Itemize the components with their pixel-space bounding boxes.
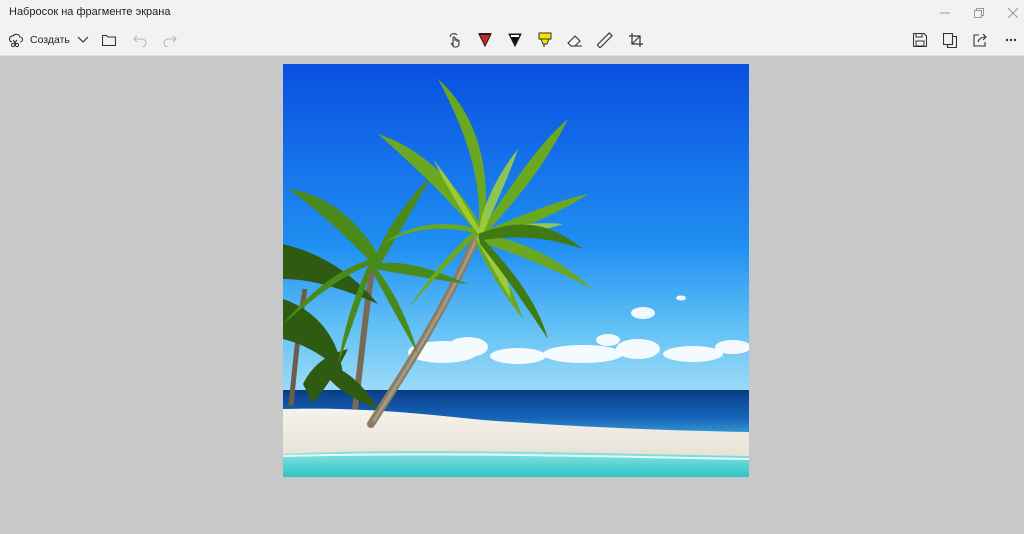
minimize-icon [940,8,950,18]
touch-writing-button[interactable] [445,28,465,52]
title-bar: Набросок на фрагменте экрана [0,0,1024,26]
more-button[interactable] [1002,28,1020,52]
redo-icon [163,33,177,47]
restore-button[interactable] [960,0,998,26]
scissors-cloud-icon [8,32,24,48]
ballpoint-pen-icon [478,32,492,48]
close-icon [1008,8,1018,18]
snip-image[interactable] [283,64,749,477]
eraser-icon [567,33,583,47]
restore-icon [974,8,984,18]
minimize-button[interactable] [926,0,964,26]
create-label: Создать [30,34,70,46]
save-icon [913,33,927,47]
eraser-button[interactable] [565,28,585,52]
copy-button[interactable] [940,28,960,52]
window-title: Набросок на фрагменте экрана [9,6,171,18]
create-button[interactable]: Создать [8,28,70,52]
toolbar: Создать [0,26,1024,79]
highlighter-icon [538,32,552,48]
share-button[interactable] [970,28,990,52]
crop-button[interactable] [626,28,646,52]
more-icon [1005,38,1017,42]
ruler-icon [597,32,613,48]
crop-icon [629,33,643,47]
ruler-button[interactable] [595,28,615,52]
pencil-icon [508,32,522,48]
share-icon [972,33,988,47]
pencil-button[interactable] [505,28,525,52]
redo-button[interactable] [161,28,179,52]
touch-writing-icon [447,32,463,48]
beach-palm-image [283,64,749,477]
chevron-down-icon [77,36,89,44]
undo-icon [133,33,147,47]
undo-button[interactable] [131,28,149,52]
create-dropdown-button[interactable] [74,28,92,52]
save-button[interactable] [910,28,930,52]
folder-icon [102,34,116,46]
close-button[interactable] [994,0,1024,26]
ballpoint-pen-button[interactable] [475,28,495,52]
highlighter-button[interactable] [535,28,555,52]
copy-icon [943,32,957,48]
open-file-button[interactable] [99,28,119,52]
